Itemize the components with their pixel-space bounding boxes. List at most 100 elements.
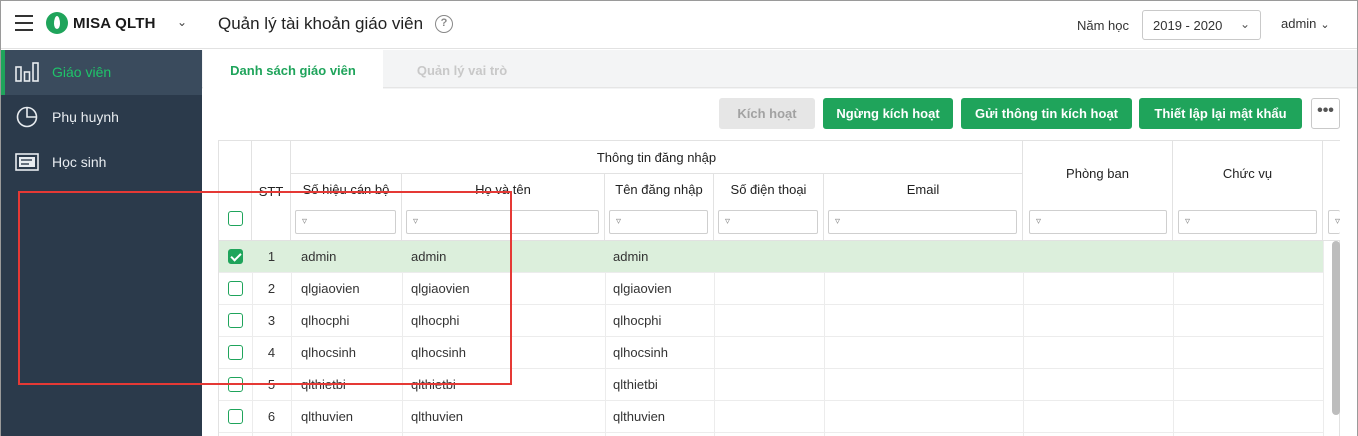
chevron-down-icon: ⌄: [1239, 17, 1250, 31]
filter-icon: ▿: [725, 216, 731, 227]
filter-code-input[interactable]: ▿: [295, 210, 396, 234]
table-row[interactable]: 2 qlgiaovien qlgiaovien qlgiaovien: [219, 273, 1323, 305]
column-header-label: Số điện thoại: [730, 182, 807, 197]
column-header-label: STT: [258, 184, 284, 199]
row-name: qlthuvien: [411, 409, 464, 424]
filter-email-input[interactable]: ▿: [828, 210, 1017, 234]
teacher-table: STT Thông tin đăng nhập Số hiệu cán bộ ▿…: [218, 140, 1340, 436]
row-username: qlhocphi: [613, 313, 662, 328]
chevron-down-icon[interactable]: ⌄: [177, 15, 187, 29]
column-header-label: Phòng ban: [1066, 166, 1129, 181]
row-username: qlthuvien: [613, 409, 666, 424]
table-row[interactable]: 6 qlthuvien qlthuvien qlthuvien: [219, 401, 1323, 433]
group-header-label: Thông tin đăng nhập: [596, 150, 717, 165]
row-username: admin: [613, 249, 649, 264]
table-row[interactable]: 4 qlhocsinh qlhocsinh qlhocsinh: [219, 337, 1323, 369]
row-checkbox[interactable]: [228, 313, 243, 328]
year-label: Năm học: [1077, 18, 1130, 33]
row-stt: 6: [267, 409, 276, 424]
row-code: qlthuvien: [301, 409, 354, 424]
row-code: qlthietbi: [301, 377, 346, 392]
menu-icon[interactable]: [15, 15, 33, 31]
row-username: qlthietbi: [613, 377, 658, 392]
column-header-position: Chức vụ ▿: [1173, 141, 1323, 241]
filter-icon: ▿: [413, 216, 419, 227]
tab-quan-ly-vai-tro[interactable]: Quản lý vai trò: [392, 50, 532, 89]
more-options-button[interactable]: •••: [1311, 98, 1340, 129]
help-icon[interactable]: ?: [435, 15, 453, 33]
column-header-label: Chức vụ: [1222, 166, 1273, 181]
filter-icon: ▿: [1335, 216, 1341, 227]
filter-icon: ▿: [1185, 216, 1191, 227]
sidebar-item-label: Phụ huynh: [52, 109, 119, 125]
stop-activate-button[interactable]: Ngừng kích hoạt: [823, 98, 953, 129]
reset-password-button[interactable]: Thiết lập lại mật khẩu: [1139, 98, 1302, 129]
sidebar-item-label: Giáo viên: [52, 64, 112, 80]
filter-phone-input[interactable]: ▿: [718, 210, 818, 234]
column-header-email: Email ▿: [824, 174, 1023, 241]
activate-button[interactable]: Kích hoạt: [719, 98, 815, 129]
row-checkbox[interactable]: [228, 409, 243, 424]
filter-name-input[interactable]: ▿: [406, 210, 599, 234]
row-code: qlhocphi: [301, 313, 350, 328]
sidebar-item-label: Học sinh: [52, 154, 107, 170]
column-header-code: Số hiệu cán bộ ▿: [291, 174, 402, 241]
row-name: qlhocsinh: [411, 345, 466, 360]
column-header-label: Họ và tên: [475, 182, 531, 197]
id-card-icon: [15, 153, 39, 171]
column-header-department: Phòng ban ▿: [1023, 141, 1173, 241]
filter-icon: ▿: [302, 216, 308, 227]
row-stt: 3: [267, 313, 276, 328]
row-checkbox[interactable]: [228, 281, 243, 296]
tab-danh-sach-giao-vien[interactable]: Danh sách giáo viên: [203, 50, 383, 89]
filter-position-input[interactable]: ▿: [1178, 210, 1317, 234]
year-select[interactable]: 2019 - 2020 ⌄: [1142, 10, 1261, 40]
column-header-stt: STT: [252, 141, 291, 241]
sidebar-item-hoc-sinh[interactable]: Học sinh: [1, 140, 202, 185]
row-stt: 2: [267, 281, 276, 296]
pie-chart-icon: [16, 106, 38, 128]
bar-chart-icon: [15, 62, 39, 82]
row-name: qlthietbi: [411, 377, 456, 392]
row-checkbox[interactable]: [228, 377, 243, 392]
column-header-label: Số hiệu cán bộ: [302, 182, 390, 197]
row-name: admin: [411, 249, 447, 264]
brand-name: MISA QLTH: [73, 15, 156, 32]
sidebar-item-phu-huynh[interactable]: Phụ huynh: [1, 95, 202, 140]
filter-username-input[interactable]: ▿: [609, 210, 708, 234]
select-all-header: [219, 141, 252, 241]
row-name: qlgiaovien: [411, 281, 470, 296]
row-code: qlgiaovien: [301, 281, 360, 296]
table-row[interactable]: 3 qlhocphi qlhocphi qlhocphi: [219, 305, 1323, 337]
teacher-list-panel: Kích hoạt Ngừng kích hoạt Gửi thông tin …: [202, 89, 1357, 436]
table-body: 1 admin admin admin 2 qlgiaovien qlgiaov…: [219, 241, 1324, 436]
filter-department-input[interactable]: ▿: [1029, 210, 1167, 234]
user-menu[interactable]: admin ⌄: [1281, 16, 1330, 31]
table-row[interactable]: 1 admin admin admin: [219, 241, 1323, 273]
year-value: 2019 - 2020: [1153, 18, 1223, 33]
row-stt: 5: [267, 377, 276, 392]
row-username: qlhocsinh: [613, 345, 668, 360]
sidebar-item-giao-vien[interactable]: Giáo viên: [1, 50, 202, 95]
column-header-label: Email: [906, 182, 940, 197]
select-all-checkbox[interactable]: [228, 211, 243, 226]
filter-icon: ▿: [616, 216, 622, 227]
table-row[interactable]: 5 qlthietbi qlthietbi qlthietbi: [219, 369, 1323, 401]
vertical-scrollbar[interactable]: [1332, 241, 1340, 415]
sidebar: Giáo viên Phụ huynh Học sinh: [1, 50, 202, 436]
row-username: qlgiaovien: [613, 281, 672, 296]
logo-icon: [46, 12, 68, 34]
column-header-label: Tên đăng nhập: [615, 182, 703, 197]
user-name: admin: [1281, 16, 1317, 31]
row-code: qlhocsinh: [301, 345, 356, 360]
filter-overflow-input[interactable]: ▿: [1328, 210, 1340, 234]
column-header-overflow: ▿: [1323, 141, 1340, 241]
group-header-login-info: Thông tin đăng nhập: [291, 141, 1023, 174]
row-stt: 4: [267, 345, 276, 360]
row-checkbox[interactable]: [228, 345, 243, 360]
column-header-phone: Số điện thoại ▿: [714, 174, 824, 241]
top-bar: MISA QLTH ⌄ Quản lý tài khoản giáo viên …: [1, 1, 1357, 49]
row-checkbox[interactable]: [228, 249, 243, 264]
send-activation-info-button[interactable]: Gửi thông tin kích hoạt: [961, 98, 1132, 129]
row-code: admin: [301, 249, 337, 264]
